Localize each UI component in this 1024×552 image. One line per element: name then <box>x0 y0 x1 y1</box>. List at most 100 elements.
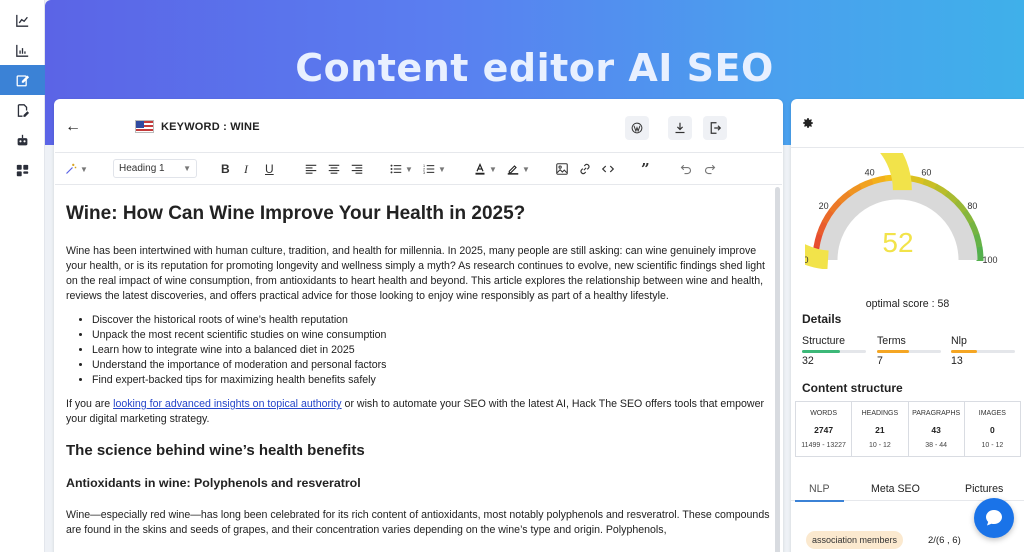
download-icon <box>675 122 685 134</box>
back-arrow-icon[interactable]: ← <box>65 118 81 136</box>
numbered-list-dropdown[interactable]: 123 ▼ <box>423 161 446 177</box>
highlight-dropdown[interactable]: ▼ <box>507 161 530 177</box>
align-center-button[interactable] <box>328 161 340 177</box>
tab-pictures[interactable]: Pictures <box>965 483 1003 495</box>
metric-structure: Structure 32 <box>802 335 870 367</box>
structure-cell-paragraphs: PARAGRAPHS 43 38 - 44 <box>909 402 965 456</box>
structure-range: 10 - 12 <box>981 442 1004 449</box>
insert-link-button[interactable] <box>579 161 591 177</box>
gauge-tick-label: 20 <box>819 201 829 211</box>
undo-icon <box>680 164 691 175</box>
structure-header: IMAGES <box>978 410 1006 417</box>
gear-icon[interactable] <box>802 117 814 129</box>
structure-header: HEADINGS <box>861 410 899 417</box>
dashboard-icon <box>16 164 29 176</box>
chat-button[interactable] <box>974 498 1014 538</box>
gauge-tick-label: 60 <box>921 168 931 178</box>
chevron-down-icon: ▼ <box>183 164 191 173</box>
line-chart-icon <box>16 14 29 27</box>
metric-label: Structure <box>802 335 845 347</box>
gauge-tick-label: 100 <box>982 255 997 265</box>
export-button[interactable] <box>703 116 727 140</box>
heading-select[interactable]: Heading 1 ▼ <box>113 159 197 178</box>
gauge-outer-segment <box>871 175 887 186</box>
gauge-outer-segment <box>813 232 824 248</box>
redo-button[interactable] <box>704 161 716 177</box>
intro-paragraph: Wine has been intertwined with human cul… <box>66 245 765 302</box>
underline-button[interactable]: U <box>265 161 274 177</box>
sidebar-item-dashboard[interactable] <box>0 155 45 185</box>
structure-cell-words: WORDS 2747 11499 - 13227 <box>796 402 853 456</box>
align-right-icon <box>351 164 363 174</box>
content-structure-title: Content structure <box>802 381 903 395</box>
insert-image-button[interactable] <box>556 161 568 177</box>
metric-bar <box>951 350 1015 353</box>
keyword-label: KEYWORD : WINE <box>161 121 260 133</box>
bullet-list-icon <box>390 164 402 174</box>
tab-meta-seo[interactable]: Meta SEO <box>871 483 920 495</box>
metric-value: 7 <box>877 355 883 367</box>
gauge-outer-segment <box>975 246 984 262</box>
align-right-button[interactable] <box>351 161 363 177</box>
list-item: Learn how to integrate wine into a balan… <box>92 343 772 358</box>
metric-bar-fill <box>802 350 841 353</box>
structure-value: 21 <box>875 425 885 435</box>
editor-content[interactable]: Wine: How Can Wine Improve Your Health i… <box>66 203 772 547</box>
download-button[interactable] <box>668 116 692 140</box>
metric-bar-fill <box>877 350 909 353</box>
bold-button[interactable]: B <box>221 161 230 177</box>
sidebar-item-ai-assistant[interactable] <box>0 125 45 155</box>
optimal-score: optimal score : 58 <box>865 298 950 310</box>
sidebar-item-documents[interactable] <box>0 95 45 125</box>
bullet-list: Discover the historical roots of wine’s … <box>92 313 772 388</box>
chat-bubble-icon <box>986 510 1002 526</box>
list-item: Find expert-backed tips for maximizing h… <box>92 373 772 388</box>
cta-paragraph: If you are looking for advanced insights… <box>66 397 772 427</box>
editor-scrollbar[interactable] <box>775 187 780 552</box>
list-item: Discover the historical roots of wine’s … <box>92 313 772 328</box>
svg-text:3: 3 <box>423 171 425 175</box>
gauge-outer-segment <box>910 175 926 186</box>
details-title: Details <box>802 312 842 326</box>
edit-icon <box>16 74 29 86</box>
structure-header: PARAGRAPHS <box>912 410 961 417</box>
align-center-icon <box>328 164 340 174</box>
topical-authority-link[interactable]: looking for advanced insights on topical… <box>113 398 342 410</box>
undo-button[interactable] <box>680 161 692 177</box>
score-gauge: 0 20 40 60 80 100 52 <box>805 153 998 269</box>
gauge-tick-label: 40 <box>865 168 875 178</box>
metric-bar <box>877 350 941 353</box>
metric-value: 13 <box>951 355 963 367</box>
structure-header: WORDS <box>810 410 838 417</box>
code-icon <box>602 165 614 173</box>
metric-terms: Terms 7 <box>877 335 945 367</box>
sidebar-item-content-editor[interactable] <box>0 65 45 95</box>
bullet-list-dropdown[interactable]: ▼ <box>390 161 413 177</box>
code-button[interactable] <box>602 161 614 177</box>
panel-divider <box>791 147 1024 148</box>
italic-button[interactable]: I <box>244 161 248 177</box>
sidebar-item-reports[interactable] <box>0 35 45 65</box>
highlighter-icon <box>507 165 519 175</box>
image-icon <box>556 163 568 175</box>
nlp-term-badge[interactable]: association members <box>806 531 904 549</box>
tab-nlp[interactable]: NLP <box>795 483 843 502</box>
structure-value: 43 <box>931 425 941 435</box>
left-sidebar <box>0 0 45 552</box>
structure-value: 2747 <box>814 425 834 435</box>
sidebar-item-analytics[interactable] <box>0 5 45 35</box>
export-icon <box>710 122 721 134</box>
align-left-button[interactable] <box>305 161 317 177</box>
bar-chart-icon <box>16 44 29 57</box>
ai-magic-dropdown[interactable]: ▼ <box>65 161 88 177</box>
nlp-term-count: 2/(6 , 6) <box>928 535 961 546</box>
metric-bar-fill <box>951 350 977 353</box>
seo-score-panel: 0 20 40 60 80 100 52 optimal score : 58 Detail… <box>791 99 1024 552</box>
gauge-outer-segment <box>972 233 983 249</box>
text-color-dropdown[interactable]: ▼ <box>474 161 497 177</box>
metric-label: Nlp <box>951 335 967 347</box>
blockquote-button[interactable]: ” <box>641 160 650 178</box>
content-editor: ← KEYWORD : WINE ▼ Heading 1 ▼ B I U ▼ 1… <box>54 99 783 552</box>
structure-range: 11499 - 13227 <box>801 442 846 449</box>
wordpress-button[interactable] <box>625 116 649 140</box>
